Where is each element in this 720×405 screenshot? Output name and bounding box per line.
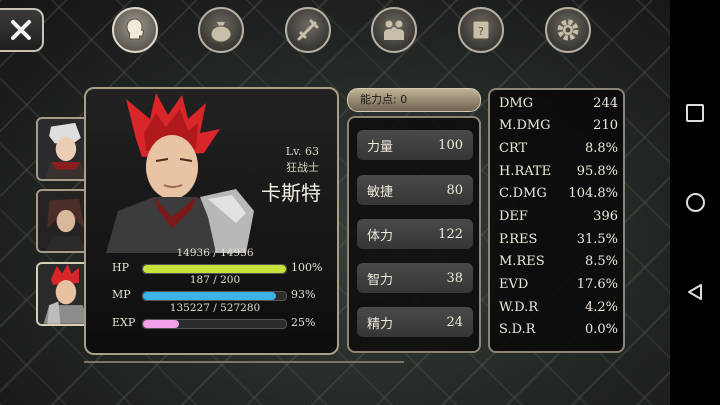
stat-label: DMG <box>499 96 534 111</box>
stat-label: C.DMG <box>499 186 547 201</box>
stat-value: 95.8% <box>576 164 618 179</box>
stat-value: 210 <box>593 118 618 133</box>
attribute-label: 敏捷 <box>367 184 394 200</box>
mp-percent: 93% <box>291 288 316 301</box>
people-icon <box>384 20 404 40</box>
close-icon <box>11 20 31 40</box>
square-icon <box>686 104 704 122</box>
stat-value: 0.0% <box>584 322 618 337</box>
exp-label: EXP <box>112 316 136 329</box>
stat-row: M.RES 8.5% <box>499 254 618 274</box>
back-triangle-icon <box>688 284 702 300</box>
stat-value: 8.5% <box>584 254 618 269</box>
attribute-row-agility[interactable]: 敏捷 80 <box>357 175 473 205</box>
mp-bar-fill <box>143 292 276 300</box>
stat-row: EVD 17.6% <box>499 277 618 297</box>
attribute-row-stamina[interactable]: 体力 122 <box>357 219 473 249</box>
mp-bar <box>142 291 287 301</box>
bag-icon <box>210 22 232 43</box>
home-button[interactable] <box>681 188 709 216</box>
tab-party[interactable] <box>371 7 417 53</box>
stat-row: DEF 396 <box>499 209 618 229</box>
stat-row: H.RATE 95.8% <box>499 164 618 184</box>
hp-label: HP <box>112 261 129 274</box>
stat-row: P.RES 31.5% <box>499 232 618 252</box>
hp-bar <box>142 264 287 274</box>
attribute-value: 122 <box>438 226 463 242</box>
attribute-value: 24 <box>446 314 463 330</box>
attribute-label: 智力 <box>367 272 394 288</box>
tab-settings[interactable] <box>545 7 591 53</box>
attribute-row-spirit[interactable]: 精力 24 <box>357 307 473 337</box>
stat-label: H.RATE <box>499 164 552 179</box>
mp-value: 187 / 200 <box>189 274 241 286</box>
tab-character[interactable] <box>112 7 158 53</box>
sword-icon <box>297 19 319 41</box>
attribute-row-intelligence[interactable]: 智力 38 <box>357 263 473 293</box>
exp-percent: 25% <box>291 316 316 329</box>
stat-label: M.DMG <box>499 118 551 133</box>
character-class: 狂战士 <box>286 161 319 174</box>
stat-value: 31.5% <box>576 232 618 247</box>
stat-row: C.DMG 104.8% <box>499 186 618 206</box>
stat-row: S.D.R 0.0% <box>499 322 618 342</box>
stat-row: W.D.R 4.2% <box>499 300 618 320</box>
stat-value: 8.8% <box>584 141 618 156</box>
stats-panel: DMG 244 M.DMG 210 CRT 8.8% H.RATE 95.8% C.DM… <box>488 88 625 353</box>
character-portrait <box>106 93 254 253</box>
stat-value: 104.8% <box>568 186 618 201</box>
attribute-panel: 力量 100 敏捷 80 体力 122 智力 38 精力 24 <box>347 116 481 353</box>
close-button[interactable] <box>0 8 44 52</box>
ability-points: 能力点: 0 <box>347 88 481 112</box>
stat-value: 244 <box>593 96 618 111</box>
gear-icon <box>557 19 579 41</box>
stat-value: 396 <box>593 209 618 224</box>
stat-label: P.RES <box>499 232 538 247</box>
scroll-icon: ? <box>472 20 490 40</box>
stat-row: DMG 244 <box>499 96 618 116</box>
stat-row: M.DMG 210 <box>499 118 618 138</box>
stat-label: M.RES <box>499 254 545 269</box>
back-button[interactable] <box>681 278 709 306</box>
character-name: 卡斯特 <box>261 181 321 205</box>
stat-label: EVD <box>499 277 529 292</box>
attribute-value: 80 <box>446 182 463 198</box>
hp-bar-fill <box>143 265 286 273</box>
system-navigation-bar <box>670 0 720 405</box>
exp-value: 135227 / 527280 <box>169 302 261 314</box>
svg-text:?: ? <box>478 25 484 38</box>
stat-value: 4.2% <box>584 300 618 315</box>
attribute-label: 精力 <box>367 316 394 332</box>
attribute-label: 力量 <box>367 139 394 155</box>
attribute-row-strength[interactable]: 力量 100 <box>357 130 473 160</box>
tab-skills[interactable] <box>285 7 331 53</box>
stat-value: 17.6% <box>576 277 618 292</box>
attribute-value: 38 <box>446 270 463 286</box>
stat-label: S.D.R <box>499 322 536 337</box>
attribute-value: 100 <box>438 137 463 153</box>
head-icon <box>126 18 145 40</box>
character-level: Lv. 63 <box>285 145 319 158</box>
hp-percent: 100% <box>291 261 323 274</box>
hp-value: 14936 / 14936 <box>176 247 254 259</box>
stat-label: DEF <box>499 209 528 224</box>
stat-label: W.D.R <box>499 300 539 315</box>
recent-apps-button[interactable] <box>681 99 709 127</box>
tab-quest[interactable]: ? <box>458 7 504 53</box>
exp-bar-fill <box>143 320 179 328</box>
tab-inventory[interactable] <box>198 7 244 53</box>
mp-label: MP <box>112 288 131 301</box>
character-panel: Lv. 63 狂战士 卡斯特 14936 / 14936 HP 100% 187… <box>84 87 339 355</box>
exp-bar <box>142 319 287 329</box>
panel-divider <box>84 361 404 363</box>
circle-icon <box>685 192 705 212</box>
stat-row: CRT 8.8% <box>499 141 618 161</box>
stat-label: CRT <box>499 141 528 156</box>
attribute-label: 体力 <box>367 228 394 244</box>
